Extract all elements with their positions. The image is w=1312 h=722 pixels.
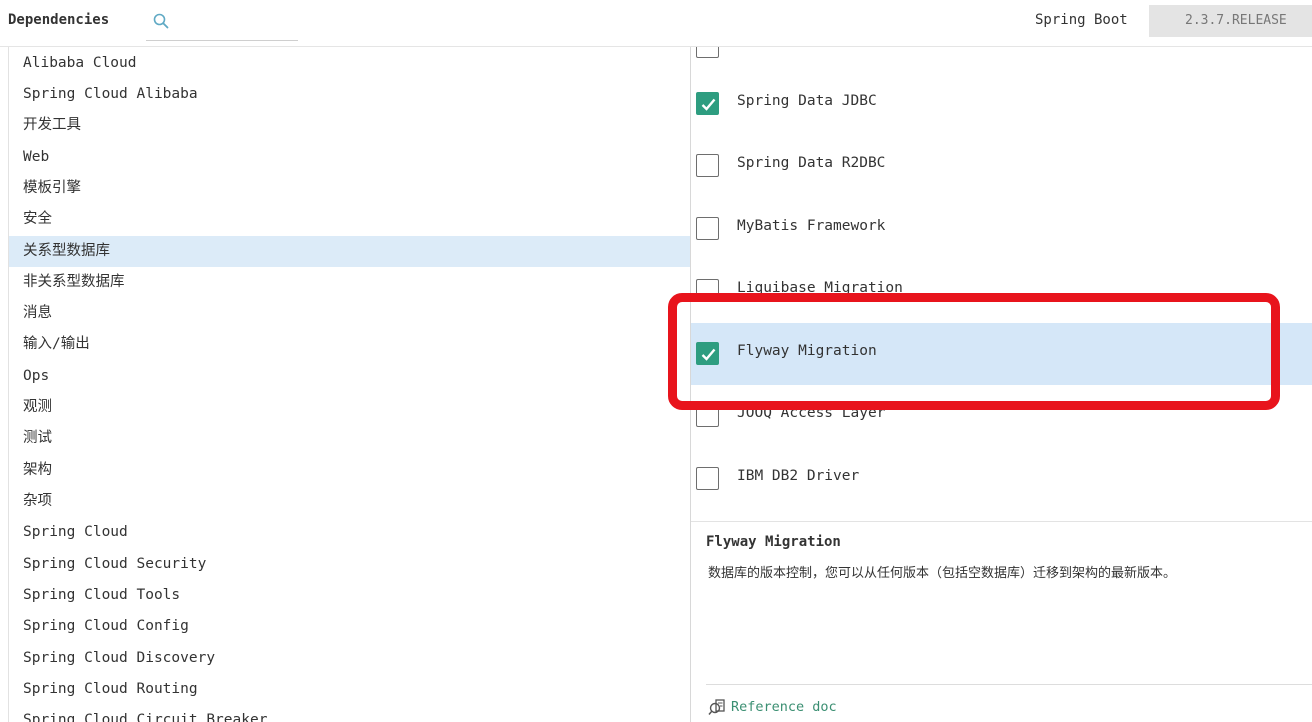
dependency-checkbox[interactable] — [696, 92, 719, 115]
divider — [706, 684, 1312, 685]
search-icon — [153, 13, 169, 29]
category-item[interactable]: Spring Cloud Config — [9, 611, 690, 642]
dependencies-title: Dependencies — [8, 12, 110, 28]
category-item[interactable]: 测试 — [9, 423, 690, 454]
spring-boot-version-select[interactable]: 2.3.7.RELEASE — [1149, 5, 1312, 37]
category-item[interactable]: 模板引擎 — [9, 173, 690, 204]
search-input[interactable] — [176, 10, 298, 36]
reference-doc-label: Reference doc — [731, 698, 837, 715]
category-item[interactable]: Spring Cloud — [9, 517, 690, 548]
dependency-label: MyBatis Framework — [737, 218, 886, 234]
category-item-selected[interactable]: 关系型数据库 — [9, 236, 690, 267]
category-item[interactable]: Spring Cloud Alibaba — [9, 79, 690, 110]
category-item[interactable]: Ops — [9, 361, 690, 392]
dependency-label: Spring Data R2DBC — [737, 155, 886, 171]
category-list: Alibaba Cloud Spring Cloud Alibaba 开发工具 … — [8, 47, 691, 722]
category-item[interactable]: 输入/输出 — [9, 329, 690, 360]
category-item[interactable]: 杂项 — [9, 486, 690, 517]
category-item[interactable]: 非关系型数据库 — [9, 267, 690, 298]
dependency-item[interactable]: Spring Data R2DBC — [691, 135, 1312, 197]
dependency-checkbox[interactable] — [696, 217, 719, 240]
category-item[interactable]: 观测 — [9, 392, 690, 423]
dependency-description: Flyway Migration 数据库的版本控制，您可以从任何版本（包括空数据… — [691, 522, 1312, 722]
dependency-item[interactable]: MyBatis Framework — [691, 198, 1312, 260]
annotation-highlight-box — [668, 293, 1280, 410]
check-icon — [701, 98, 716, 111]
category-item[interactable]: Spring Cloud Tools — [9, 580, 690, 611]
dependency-checkbox[interactable] — [696, 47, 719, 58]
dependencies-header: Dependencies Spring Boot 2.3.7.RELEASE — [0, 0, 1312, 47]
category-item[interactable]: 消息 — [9, 298, 690, 329]
category-item[interactable]: 开发工具 — [9, 110, 690, 141]
dependency-checkbox[interactable] — [696, 154, 719, 177]
description-text: 数据库的版本控制，您可以从任何版本（包括空数据库）迁移到架构的最新版本。 — [708, 566, 1177, 581]
category-item[interactable]: Spring Cloud Routing — [9, 674, 690, 705]
dependency-list: Spring Data JDBC Spring Data R2DBC MyBat… — [691, 47, 1312, 522]
dependency-checkbox[interactable] — [696, 467, 719, 490]
category-item[interactable]: Spring Cloud Security — [9, 549, 690, 580]
dependency-label: Spring Data JDBC — [737, 93, 877, 109]
category-item[interactable]: 架构 — [9, 455, 690, 486]
category-item[interactable]: Web — [9, 142, 690, 173]
dependency-item[interactable]: Spring Data JDBC — [691, 73, 1312, 135]
dependency-search[interactable] — [146, 6, 298, 41]
reference-doc-link[interactable]: Reference doc — [707, 696, 837, 716]
dependency-label: IBM DB2 Driver — [737, 468, 860, 484]
description-title: Flyway Migration — [706, 534, 841, 550]
category-item[interactable]: Spring Cloud Circuit Breaker — [9, 705, 690, 722]
document-link-icon — [708, 698, 725, 715]
category-item[interactable]: 安全 — [9, 204, 690, 235]
category-item[interactable]: Spring Cloud Discovery — [9, 643, 690, 674]
category-item[interactable]: Alibaba Cloud — [9, 48, 690, 79]
dependency-item[interactable]: IBM DB2 Driver — [691, 448, 1312, 510]
spring-boot-label: Spring Boot — [1035, 12, 1128, 28]
